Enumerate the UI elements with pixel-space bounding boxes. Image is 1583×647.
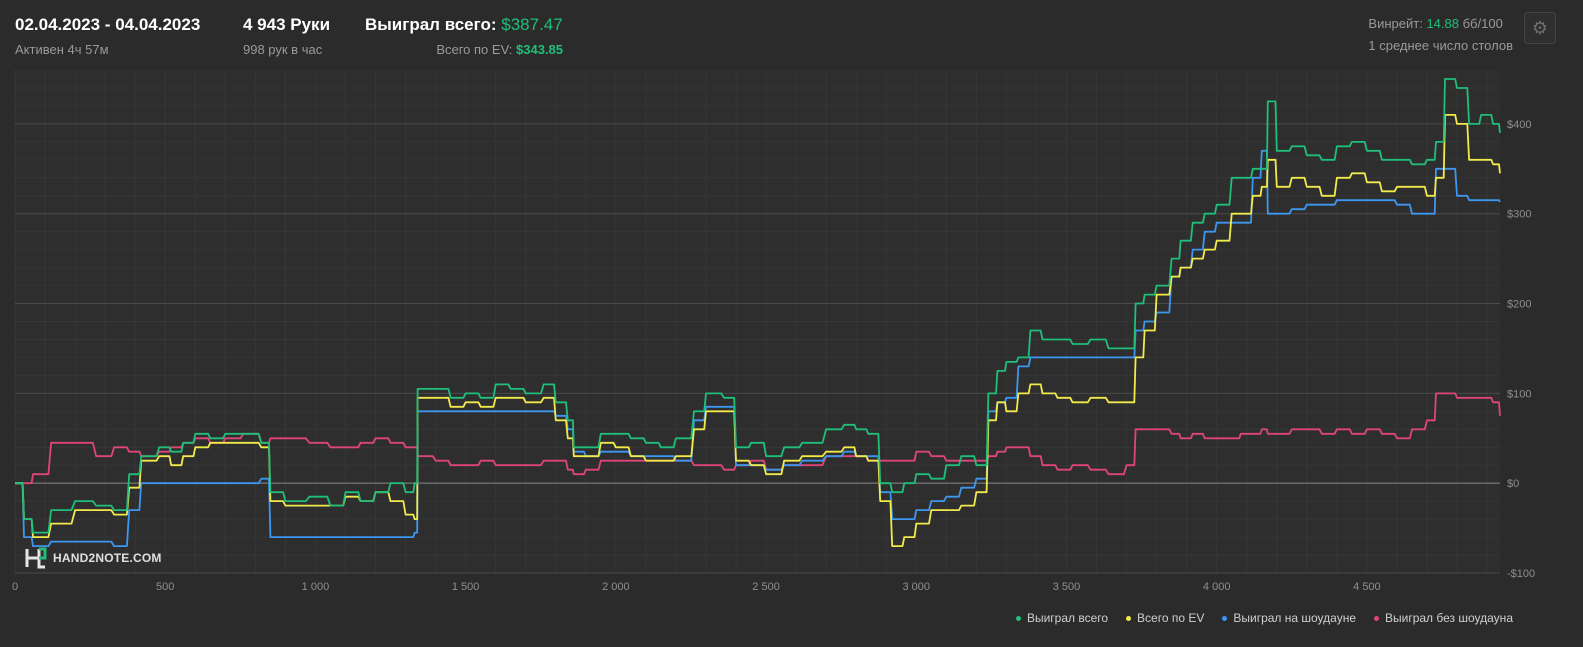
- y-tick-label: $200: [1507, 299, 1531, 311]
- y-tick-label: $100: [1507, 388, 1531, 400]
- legend-item-ev[interactable]: Всего по EV: [1126, 611, 1204, 625]
- legend-item-showdown[interactable]: Выиграл на шоудауне: [1222, 611, 1356, 625]
- x-tick-label: 3 500: [1053, 581, 1081, 593]
- legend-label: Выиграл на шоудауне: [1233, 611, 1356, 625]
- chart-legend: Выиграл всего Всего по EV Выиграл на шоу…: [1015, 611, 1513, 625]
- x-tick-label: 1 000: [302, 581, 330, 593]
- x-tick-label: 4 500: [1353, 581, 1381, 593]
- legend-label: Выиграл без шоудауна: [1385, 611, 1513, 625]
- y-tick-label: $300: [1507, 209, 1531, 221]
- y-tick-label: $0: [1507, 478, 1519, 490]
- y-tick-label: -$100: [1507, 568, 1535, 580]
- x-tick-label: 4 000: [1203, 581, 1231, 593]
- x-tick-label: 3 000: [903, 581, 931, 593]
- x-tick-label: 2 500: [752, 581, 780, 593]
- x-tick-label: 1 500: [452, 581, 480, 593]
- legend-dot-icon: [1374, 615, 1379, 621]
- x-tick-label: 500: [156, 581, 174, 593]
- y-tick-label: $400: [1507, 119, 1531, 131]
- h2n-logo-icon: [25, 547, 47, 569]
- legend-label: Выиграл всего: [1026, 611, 1109, 625]
- hand2note-logo: HAND2NOTE.COM: [25, 547, 162, 569]
- profit-chart[interactable]: -$100 $0 $100 $200 $300 $400 0 500 1 000 1 500 2 0…: [0, 0, 1583, 647]
- logo-text: HAND2NOTE.COM: [53, 551, 162, 565]
- legend-item-non-showdown[interactable]: Выиграл без шоудауна: [1374, 611, 1513, 625]
- legend-dot-icon: [1015, 615, 1021, 621]
- legend-dot-icon: [1126, 615, 1132, 621]
- legend-label: Всего по EV: [1137, 611, 1205, 625]
- x-tick-label: 0: [12, 581, 18, 593]
- legend-dot-icon: [1222, 615, 1228, 621]
- x-tick-label: 2 000: [602, 581, 630, 593]
- legend-item-won-total[interactable]: Выиграл всего: [1015, 611, 1109, 625]
